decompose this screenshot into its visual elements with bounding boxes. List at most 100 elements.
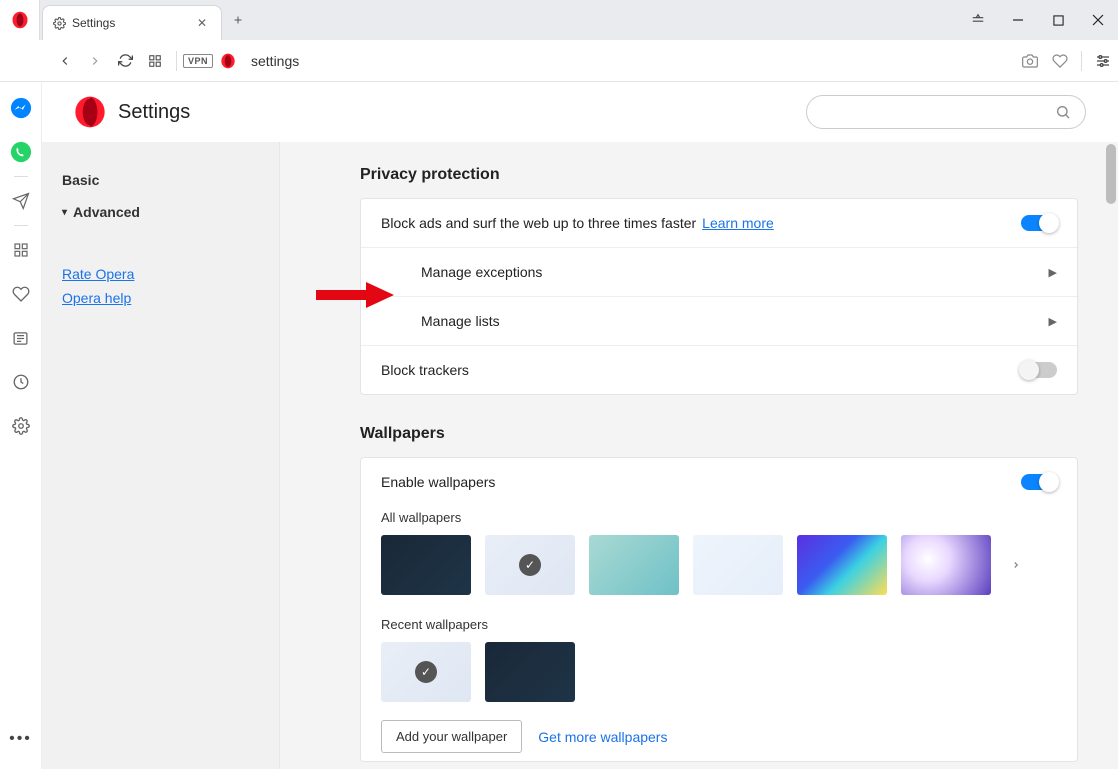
messenger-button[interactable] (7, 94, 35, 122)
manage-exceptions-row[interactable]: Manage exceptions ▶ (361, 247, 1077, 296)
sidebar-label: Basic (62, 172, 99, 188)
minimize-button[interactable] (998, 0, 1038, 40)
add-wallpaper-button[interactable]: Add your wallpaper (381, 720, 522, 753)
recent-wallpapers-label: Recent wallpapers (381, 617, 1077, 632)
new-tab-button[interactable] (222, 0, 254, 40)
wallpaper-thumb[interactable] (381, 535, 471, 595)
wallpaper-thumb-selected[interactable] (381, 642, 471, 702)
history-rail-button[interactable] (7, 368, 35, 396)
snapshot-button[interactable] (1015, 46, 1045, 76)
enable-wallpapers-row: Enable wallpapers (361, 458, 1077, 506)
vpn-badge: VPN (183, 54, 213, 68)
scrollbar-thumb[interactable] (1106, 144, 1116, 204)
page-content: Settings Basic ▾ Advanced Rate Opera Ope… (42, 82, 1118, 769)
rate-opera-link[interactable]: Rate Opera (62, 266, 259, 282)
learn-more-link[interactable]: Learn more (702, 215, 774, 231)
chevron-left-icon (58, 54, 72, 68)
manage-lists-label: Manage lists (421, 313, 500, 329)
tabs-icon (971, 13, 985, 27)
news-rail-button[interactable] (7, 324, 35, 352)
vpn-button[interactable]: VPN (183, 46, 213, 76)
newspaper-icon (12, 330, 29, 347)
titlebar: Settings ✕ (0, 0, 1118, 40)
heart-icon (1052, 53, 1068, 69)
camera-icon (1022, 53, 1038, 69)
tab-menu-button[interactable] (958, 0, 998, 40)
wallpaper-thumb[interactable] (485, 642, 575, 702)
wallpaper-thumb[interactable] (693, 535, 783, 595)
wallpaper-actions-row: Add your wallpaper Get more wallpapers (361, 720, 1077, 757)
annotation-arrow (316, 280, 396, 310)
bookmarks-rail-button[interactable] (7, 280, 35, 308)
wallpaper-thumb-selected[interactable] (485, 535, 575, 595)
enable-wallpapers-label: Enable wallpapers (381, 474, 495, 490)
whatsapp-icon (10, 141, 32, 163)
back-button[interactable] (50, 46, 80, 76)
search-icon (1055, 104, 1071, 120)
wallpaper-thumb[interactable] (901, 535, 991, 595)
block-trackers-label: Block trackers (381, 362, 469, 378)
page-title: Settings (118, 101, 190, 124)
whatsapp-button[interactable] (7, 138, 35, 166)
close-window-button[interactable] (1078, 0, 1118, 40)
more-rail-button[interactable]: ••• (7, 725, 35, 753)
block-ads-row: Block ads and surf the web up to three t… (361, 199, 1077, 247)
sliders-icon (1095, 53, 1111, 69)
gear-icon (12, 417, 30, 435)
grid-icon (148, 54, 162, 68)
heart-icon (12, 285, 30, 303)
opera-logo-icon (11, 11, 29, 29)
settings-rail-button[interactable] (7, 412, 35, 440)
easy-setup-button[interactable] (1088, 46, 1118, 76)
chevron-right-icon: ▶ (1049, 266, 1057, 279)
manage-lists-row[interactable]: Manage lists ▶ (361, 296, 1077, 345)
speed-dial-rail-button[interactable] (7, 236, 35, 264)
chevron-right-icon (1011, 558, 1021, 572)
window-controls (958, 0, 1118, 40)
wallpapers-next-button[interactable] (1005, 552, 1027, 578)
wallpaper-thumb[interactable] (797, 535, 887, 595)
opera-menu-button[interactable] (0, 0, 40, 40)
speed-dial-button[interactable] (140, 46, 170, 76)
enable-wallpapers-toggle[interactable] (1021, 474, 1057, 490)
block-ads-toggle[interactable] (1021, 215, 1057, 231)
maximize-icon (1053, 15, 1064, 26)
sidebar-item-basic[interactable]: Basic (62, 164, 259, 196)
settings-search-box[interactable] (806, 95, 1086, 129)
chevron-right-icon (88, 54, 102, 68)
personal-news-button[interactable] (7, 187, 35, 215)
all-wallpapers-label: All wallpapers (381, 510, 1077, 525)
tab-close-button[interactable]: ✕ (193, 14, 211, 32)
address-bar: VPN settings (0, 40, 1118, 82)
reload-button[interactable] (110, 46, 140, 76)
gear-icon (53, 17, 66, 30)
tab-title: Settings (72, 16, 193, 30)
settings-main-panel: Privacy protection Block ads and surf th… (280, 142, 1118, 769)
url-text[interactable]: settings (251, 53, 299, 69)
opera-help-link[interactable]: Opera help (62, 290, 259, 306)
sidebar-item-advanced[interactable]: ▾ Advanced (62, 196, 259, 228)
more-icon: ••• (9, 730, 32, 748)
wallpapers-card: Enable wallpapers All wallpapers (360, 457, 1078, 762)
opera-logo-icon (74, 96, 106, 128)
reload-icon (118, 53, 133, 68)
get-more-wallpapers-link[interactable]: Get more wallpapers (538, 729, 667, 745)
block-trackers-toggle[interactable] (1021, 362, 1057, 378)
block-ads-label: Block ads and surf the web up to three t… (381, 215, 696, 231)
site-info-button[interactable] (213, 46, 243, 76)
chevron-right-icon: ▶ (1049, 315, 1057, 328)
bookmark-button[interactable] (1045, 46, 1075, 76)
manage-exceptions-label: Manage exceptions (421, 264, 542, 280)
sidebar-label: Advanced (73, 204, 140, 220)
search-input[interactable] (821, 104, 1055, 120)
browser-tab[interactable]: Settings ✕ (42, 5, 222, 40)
send-icon (12, 192, 30, 210)
settings-sidebar: Basic ▾ Advanced Rate Opera Opera help (42, 142, 280, 769)
minimize-icon (1012, 14, 1024, 26)
wallpaper-thumb[interactable] (589, 535, 679, 595)
forward-button[interactable] (80, 46, 110, 76)
sidebar-rail: ••• (0, 82, 42, 769)
clock-icon (12, 373, 30, 391)
maximize-button[interactable] (1038, 0, 1078, 40)
scrollbar[interactable] (1104, 142, 1118, 769)
